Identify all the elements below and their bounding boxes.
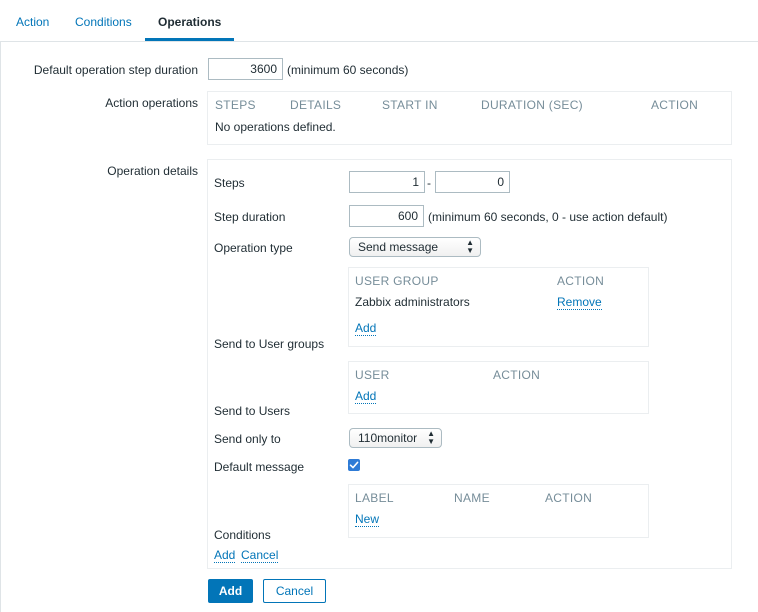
steps-from-input[interactable]	[349, 171, 425, 193]
tab-conditions[interactable]: Conditions	[75, 15, 132, 29]
cancel-button[interactable]: Cancel	[263, 579, 326, 603]
select-arrows-icon: ▲ ▼	[427, 429, 435, 446]
new-condition-link[interactable]: New	[355, 512, 380, 527]
select-arrows-icon: ▲ ▼	[466, 238, 474, 255]
col-user: USER	[355, 368, 390, 382]
operation-type-label: Operation type	[214, 241, 293, 255]
checkmark-icon	[349, 461, 359, 469]
step-duration-label: Step duration	[214, 210, 286, 224]
steps-to-input[interactable]	[435, 171, 510, 193]
col-condition-action: ACTION	[545, 491, 593, 505]
col-duration: DURATION (SEC)	[481, 98, 583, 112]
steps-separator: -	[427, 176, 431, 190]
col-details: DETAILS	[290, 98, 342, 112]
remove-user-group-link[interactable]: Remove	[557, 295, 602, 310]
col-user-group: USER GROUP	[355, 274, 439, 288]
default-message-label: Default message	[214, 460, 305, 474]
col-steps: STEPS	[215, 98, 256, 112]
send-to-user-groups-label: Send to User groups	[214, 337, 325, 351]
send-only-to-value: 110monitor	[358, 431, 418, 445]
tab-operations[interactable]: Operations	[158, 15, 221, 29]
tab-action[interactable]: Action	[16, 15, 49, 29]
col-label: LABEL	[355, 491, 394, 505]
steps-label: Steps	[214, 176, 245, 190]
send-only-to-select[interactable]: 110monitor ▲ ▼	[349, 428, 442, 448]
add-button[interactable]: Add	[208, 579, 253, 603]
operation-details-label: Operation details	[107, 164, 198, 178]
col-user-action: ACTION	[493, 368, 541, 382]
default-step-duration-label: Default operation step duration	[33, 63, 198, 77]
step-duration-hint: (minimum 60 seconds, 0 - use action defa…	[428, 210, 668, 224]
send-to-users-label: Send to Users	[214, 404, 291, 418]
tab-bar: Action Conditions Operations	[0, 0, 758, 42]
default-step-duration-hint: (minimum 60 seconds)	[287, 63, 409, 77]
add-user-link[interactable]: Add	[355, 389, 377, 404]
operation-type-value: Send message	[358, 240, 439, 254]
col-user-group-action: ACTION	[557, 274, 605, 288]
col-start-in: START IN	[382, 98, 438, 112]
step-duration-input[interactable]	[349, 205, 424, 227]
no-operations-text: No operations defined.	[215, 120, 336, 134]
default-message-checkbox[interactable]	[348, 459, 360, 471]
default-step-duration-input[interactable]	[208, 58, 283, 80]
add-operation-link[interactable]: Add	[214, 548, 236, 563]
col-name: NAME	[454, 491, 490, 505]
operation-type-select[interactable]: Send message ▲ ▼	[349, 237, 481, 257]
cancel-operation-link[interactable]: Cancel	[241, 548, 279, 563]
add-user-group-link[interactable]: Add	[355, 321, 377, 336]
col-action: ACTION	[651, 98, 699, 112]
send-only-to-label: Send only to	[214, 432, 281, 446]
action-operations-label: Action operations	[105, 96, 198, 110]
user-group-name: Zabbix administrators	[355, 295, 470, 309]
conditions-label: Conditions	[214, 528, 271, 542]
